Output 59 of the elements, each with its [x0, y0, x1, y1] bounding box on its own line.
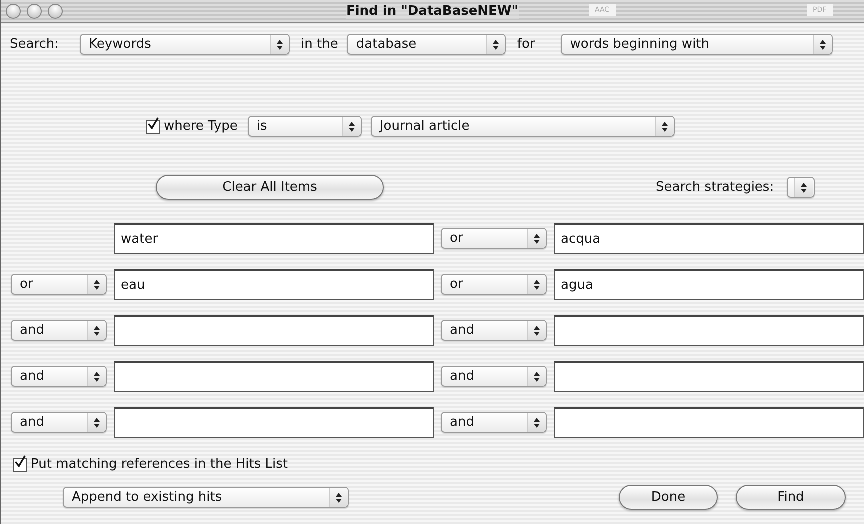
stepper-icon: [527, 321, 546, 340]
close-button[interactable]: [6, 4, 21, 18]
search-term-field[interactable]: [554, 407, 864, 438]
checkbox[interactable]: [13, 458, 27, 472]
search-label: Search:: [10, 37, 60, 52]
stepper-icon: [342, 117, 361, 136]
zoom-button[interactable]: [48, 4, 63, 18]
connector-popup[interactable]: and: [441, 320, 547, 341]
connector-popup[interactable]: and: [11, 366, 107, 387]
stepper-icon: [87, 413, 106, 432]
checkbox[interactable]: [146, 120, 160, 134]
stepper-icon: [813, 35, 832, 54]
minimize-button[interactable]: [27, 4, 42, 18]
in-label: in the: [301, 37, 338, 52]
dialog-button[interactable]: Find: [736, 485, 846, 510]
stepper-icon: [87, 367, 106, 386]
strategies-label: Search strategies:: [656, 180, 774, 195]
search-term-field[interactable]: [114, 315, 434, 346]
stepper-icon: [527, 229, 546, 248]
stepper-icon: [654, 117, 674, 136]
stepper-icon: [329, 488, 348, 507]
stepper-icon: [527, 367, 546, 386]
connector-popup[interactable]: and: [441, 366, 547, 387]
search-term-field[interactable]: water: [114, 223, 434, 254]
scope-popup[interactable]: database: [347, 34, 506, 55]
operator-popup[interactable]: is: [248, 116, 362, 137]
search-term-field[interactable]: [554, 361, 864, 392]
search-term-field[interactable]: eau: [114, 269, 434, 300]
connector-popup[interactable]: or: [441, 274, 547, 295]
dialog-button[interactable]: Done: [619, 485, 718, 510]
connector-popup[interactable]: and: [11, 412, 107, 433]
checkbox-label: where Type: [164, 119, 238, 134]
window-title: Find in "DataBaseNEW": [346, 4, 519, 18]
search-term-field[interactable]: [114, 407, 434, 438]
stepper-icon: [527, 275, 546, 294]
search-term-field[interactable]: [554, 315, 864, 346]
connector-popup[interactable]: and: [441, 412, 547, 433]
stepper-icon: [527, 413, 546, 432]
search-term-field[interactable]: [114, 361, 434, 392]
check-icon: [147, 116, 159, 132]
type-popup[interactable]: Journal article: [370, 116, 675, 137]
connector-popup[interactable]: or: [11, 274, 107, 295]
connector-popup[interactable]: and: [11, 320, 107, 341]
checkbox-label: Put matching references in the Hits List: [31, 457, 288, 472]
stepper-icon: [87, 321, 106, 340]
hits-action-popup[interactable]: Append to existing hits: [63, 487, 349, 508]
mode-popup[interactable]: words beginning with: [561, 34, 834, 55]
stepper-icon: [87, 275, 106, 294]
stepper-icon: [486, 35, 506, 54]
search-term-field[interactable]: agua: [554, 269, 864, 300]
clear-button[interactable]: Clear All Items: [156, 175, 384, 200]
check-icon: [14, 454, 26, 470]
search-term-field[interactable]: acqua: [554, 223, 864, 254]
strategies-popup[interactable]: [787, 177, 816, 198]
connector-popup[interactable]: or: [441, 228, 547, 249]
for-label: for: [517, 37, 536, 52]
field-popup[interactable]: Keywords: [80, 34, 290, 55]
stepper-icon: [794, 178, 814, 197]
stepper-icon: [270, 35, 290, 54]
